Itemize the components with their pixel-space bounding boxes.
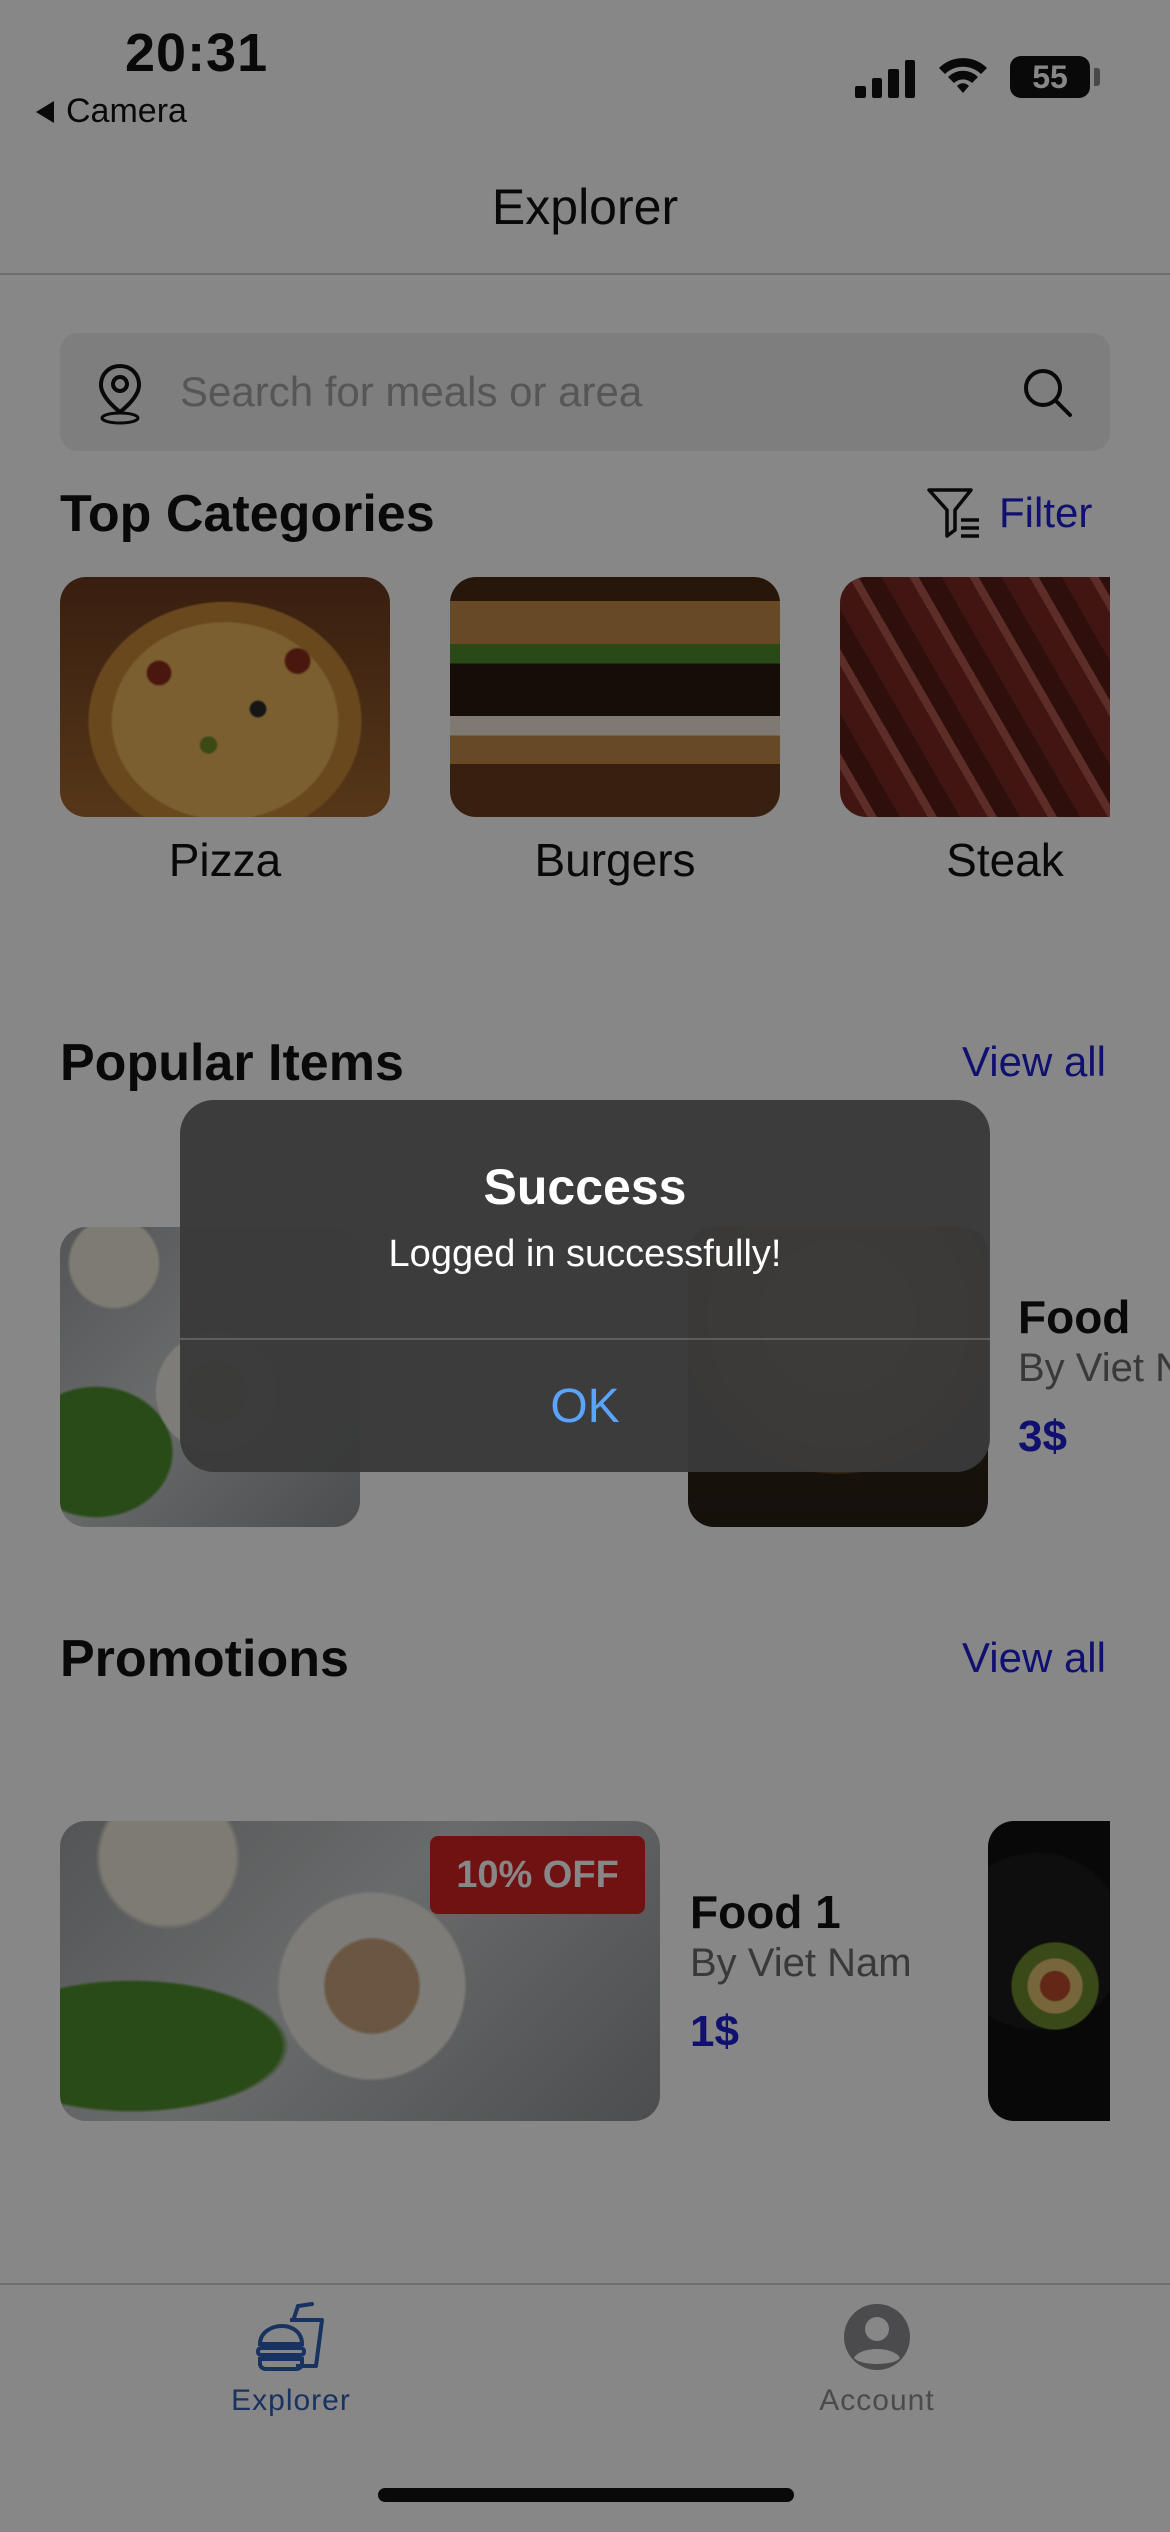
alert-message: Logged in successfully!	[388, 1233, 782, 1275]
alert-ok-button[interactable]: OK	[180, 1340, 990, 1472]
success-alert-dialog: Success Logged in successfully! OK	[180, 1100, 990, 1472]
alert-title: Success	[483, 1159, 687, 1215]
